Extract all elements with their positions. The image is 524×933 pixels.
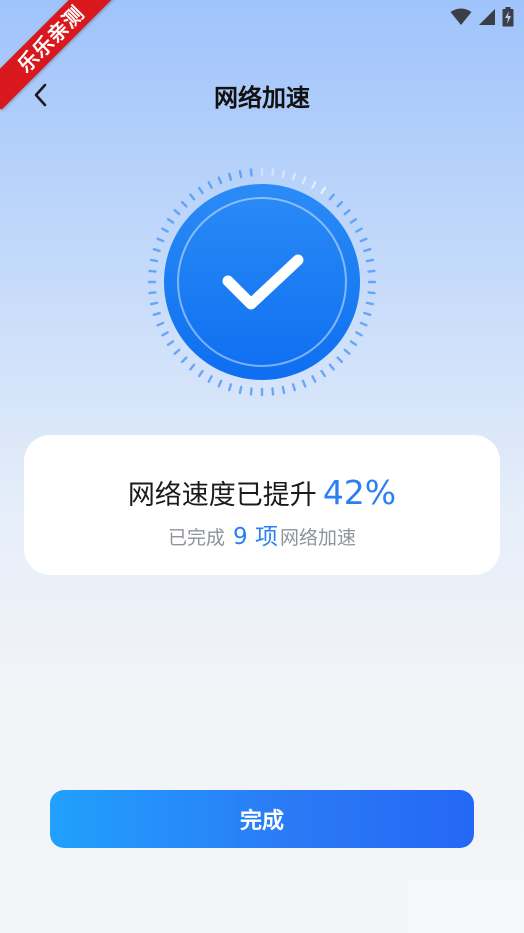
- ring-tick: [363, 247, 372, 253]
- check-circle: [164, 184, 360, 380]
- ring-tick: [173, 209, 181, 216]
- ring-tick: [271, 168, 275, 177]
- ring-tick: [227, 383, 233, 392]
- ring-tick: [349, 218, 358, 224]
- ring-tick: [148, 269, 157, 273]
- ring-tick: [152, 311, 161, 317]
- completed-suffix: 网络加速: [280, 527, 357, 549]
- page-header: 网络加速: [0, 70, 524, 120]
- signal-icon: [479, 9, 495, 25]
- ring-tick: [207, 375, 213, 383]
- ring-tick: [149, 301, 159, 306]
- ring-tick: [161, 331, 169, 337]
- ring-tick: [198, 186, 204, 195]
- ring-tick: [343, 209, 351, 216]
- ring-tick: [180, 200, 188, 208]
- ring-tick: [180, 356, 188, 364]
- ring-tick: [301, 379, 307, 388]
- ring-tick: [365, 301, 375, 306]
- wifi-icon: [450, 8, 472, 25]
- ring-tick: [301, 176, 307, 185]
- ring-tick: [355, 331, 363, 337]
- ring-tick: [238, 169, 243, 179]
- ring-tick: [161, 227, 169, 233]
- ring-tick: [281, 385, 286, 395]
- ring-tick: [249, 168, 253, 177]
- ring-tick: [189, 193, 196, 201]
- ring-tick: [207, 181, 213, 189]
- result-sub-line: 已完成 9 项网络加速: [24, 523, 500, 552]
- ring-tick: [249, 387, 253, 396]
- ring-tick: [189, 363, 196, 371]
- ring-tick: [198, 369, 204, 378]
- ring-tick: [152, 247, 161, 253]
- status-icons: [450, 7, 514, 27]
- ring-tick: [217, 379, 223, 388]
- ring-tick: [173, 348, 181, 355]
- result-card: 网络速度已提升 42% 已完成 9 项网络加速: [24, 435, 500, 575]
- page-title: 网络加速: [214, 84, 310, 112]
- speed-improved-label: 网络速度已提升: [127, 480, 317, 511]
- completed-prefix: 已完成: [167, 527, 225, 549]
- ring-tick: [148, 291, 157, 295]
- ring-tick: [320, 369, 326, 378]
- ring-tick: [166, 218, 175, 224]
- ring-tick: [166, 340, 175, 346]
- result-main-line: 网络速度已提升 42%: [24, 475, 500, 514]
- done-button[interactable]: 完成: [50, 790, 474, 848]
- ring-tick: [149, 258, 159, 263]
- ring-tick: [291, 383, 297, 392]
- corner-patch: [408, 881, 524, 933]
- success-check-graphic: [147, 167, 377, 397]
- ring-tick: [156, 237, 165, 243]
- ring-tick: [271, 387, 275, 396]
- ring-tick: [227, 172, 233, 181]
- ring-tick: [311, 181, 317, 189]
- ring-tick: [328, 193, 335, 201]
- ring-tick: [343, 348, 351, 355]
- ring-tick: [367, 291, 376, 295]
- ring-tick: [328, 363, 335, 371]
- ring-tick: [238, 385, 243, 395]
- ring-tick: [336, 356, 344, 364]
- ring-tick: [156, 321, 165, 327]
- ring-tick: [363, 311, 372, 317]
- ring-tick: [367, 269, 376, 273]
- battery-charging-icon: [502, 7, 514, 27]
- ring-tick: [336, 200, 344, 208]
- completed-count: 9 项: [233, 524, 278, 550]
- ring-tick: [355, 227, 363, 233]
- ring-tick: [311, 375, 317, 383]
- ring-tick: [320, 186, 326, 195]
- ring-tick: [349, 340, 358, 346]
- ring-tick: [359, 321, 368, 327]
- ring-tick: [359, 237, 368, 243]
- ring-tick: [365, 258, 375, 263]
- ring-tick: [291, 172, 297, 181]
- ring-tick: [217, 176, 223, 185]
- ring-tick: [281, 169, 286, 179]
- speed-percent: 42%: [322, 473, 397, 512]
